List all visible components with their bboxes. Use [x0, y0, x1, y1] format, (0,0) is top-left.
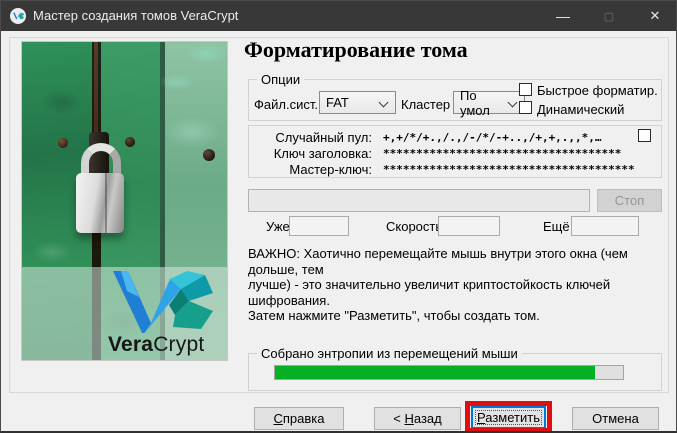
- close-button[interactable]: ✕: [632, 1, 676, 31]
- door-photo: VeraCrypt: [21, 41, 228, 361]
- help-button[interactable]: Справка: [254, 407, 344, 430]
- done-label: Уже: [266, 219, 290, 234]
- cluster-label: Кластер: [401, 97, 451, 112]
- cancel-button[interactable]: Отмена: [572, 407, 659, 430]
- veracrypt-wordmark: VeraCrypt: [108, 333, 204, 357]
- remaining-label: Ещё: [543, 219, 570, 234]
- filesystem-label: Файл.сист.: [254, 97, 318, 112]
- wordmark-vera: Vera: [108, 333, 154, 356]
- notice-line: лучше) - это значительно увеличит крипто…: [248, 277, 611, 308]
- bolt-icon: [203, 149, 215, 161]
- cancel-label: Отмена: [592, 411, 639, 426]
- header-key-label: Ключ заголовка:: [273, 146, 372, 161]
- important-notice: ВАЖНО: Хаотично перемещайте мышь внутри …: [248, 246, 664, 324]
- format-progressbar: [248, 189, 590, 212]
- chevron-down-icon: [378, 97, 389, 108]
- logo-overlay: VeraCrypt: [22, 267, 227, 360]
- red-highlight-annotation: [465, 401, 552, 431]
- stop-button-label: Стоп: [614, 193, 645, 208]
- header-key-value: ************************************: [383, 147, 622, 160]
- maximize-button[interactable]: ▢: [586, 1, 632, 31]
- back-button[interactable]: < Назад: [374, 407, 461, 430]
- veracrypt-icon: [10, 8, 26, 24]
- back-accel: Н: [404, 411, 414, 426]
- minimize-button[interactable]: —: [540, 1, 586, 31]
- filesystem-select[interactable]: FAT: [319, 91, 396, 114]
- notice-line: Затем нажмите "Разметить", чтобы создать…: [248, 308, 540, 324]
- entropy-group-label: Собрано энтропии из перемещений мыши: [257, 346, 522, 361]
- dynamic-checkbox[interactable]: [519, 101, 532, 114]
- random-pool-label: Случайный пул:: [275, 130, 372, 145]
- random-pool-value: +,+/*/+.,/.,/-/*/-+..,/+,+,.,,*,…: [383, 131, 602, 144]
- back-pre: <: [393, 411, 405, 426]
- page-title: Форматирование тома: [244, 37, 468, 62]
- entropy-progress-fill: [275, 366, 596, 379]
- veracrypt-logo: [113, 271, 213, 333]
- help-accel: С: [273, 411, 283, 426]
- master-key-value: **************************************: [383, 163, 635, 176]
- speed-field: [438, 216, 500, 236]
- options-group-label: Опции: [257, 72, 305, 87]
- chevron-down-icon: [507, 97, 518, 108]
- bolt-icon: [125, 137, 135, 147]
- remaining-field: [571, 216, 639, 236]
- done-field: [289, 216, 349, 236]
- show-pool-checkbox[interactable]: [638, 129, 651, 142]
- bolt-icon: [58, 138, 68, 148]
- speed-label: Скорость: [386, 219, 443, 234]
- cluster-value: По умол: [460, 87, 490, 118]
- title-bar: Мастер создания томов VeraCrypt — ▢ ✕: [1, 1, 676, 31]
- dynamic-label: Динамический: [537, 102, 625, 117]
- quick-format-checkbox[interactable]: [519, 83, 532, 96]
- cluster-select[interactable]: По умол: [453, 88, 525, 118]
- back-label: азад: [413, 411, 442, 426]
- veracrypt-wizard-window: Мастер создания томов VeraCrypt — ▢ ✕ Ve…: [0, 0, 677, 433]
- padlock-icon: [76, 173, 124, 233]
- master-key-label: Мастер-ключ:: [289, 162, 372, 177]
- help-label: правка: [282, 411, 325, 426]
- window-title: Мастер создания томов VeraCrypt: [33, 8, 239, 23]
- filesystem-value: FAT: [326, 95, 349, 110]
- stop-button[interactable]: Стоп: [597, 189, 662, 212]
- quick-format-label: Быстрое форматир.: [537, 83, 658, 98]
- notice-line: ВАЖНО: Хаотично перемещайте мышь внутри …: [248, 246, 628, 277]
- entropy-progressbar: [274, 365, 624, 380]
- padlock-seam: [105, 173, 107, 233]
- wordmark-crypt: Crypt: [153, 333, 205, 356]
- veracrypt-icon-glyph: [12, 12, 24, 20]
